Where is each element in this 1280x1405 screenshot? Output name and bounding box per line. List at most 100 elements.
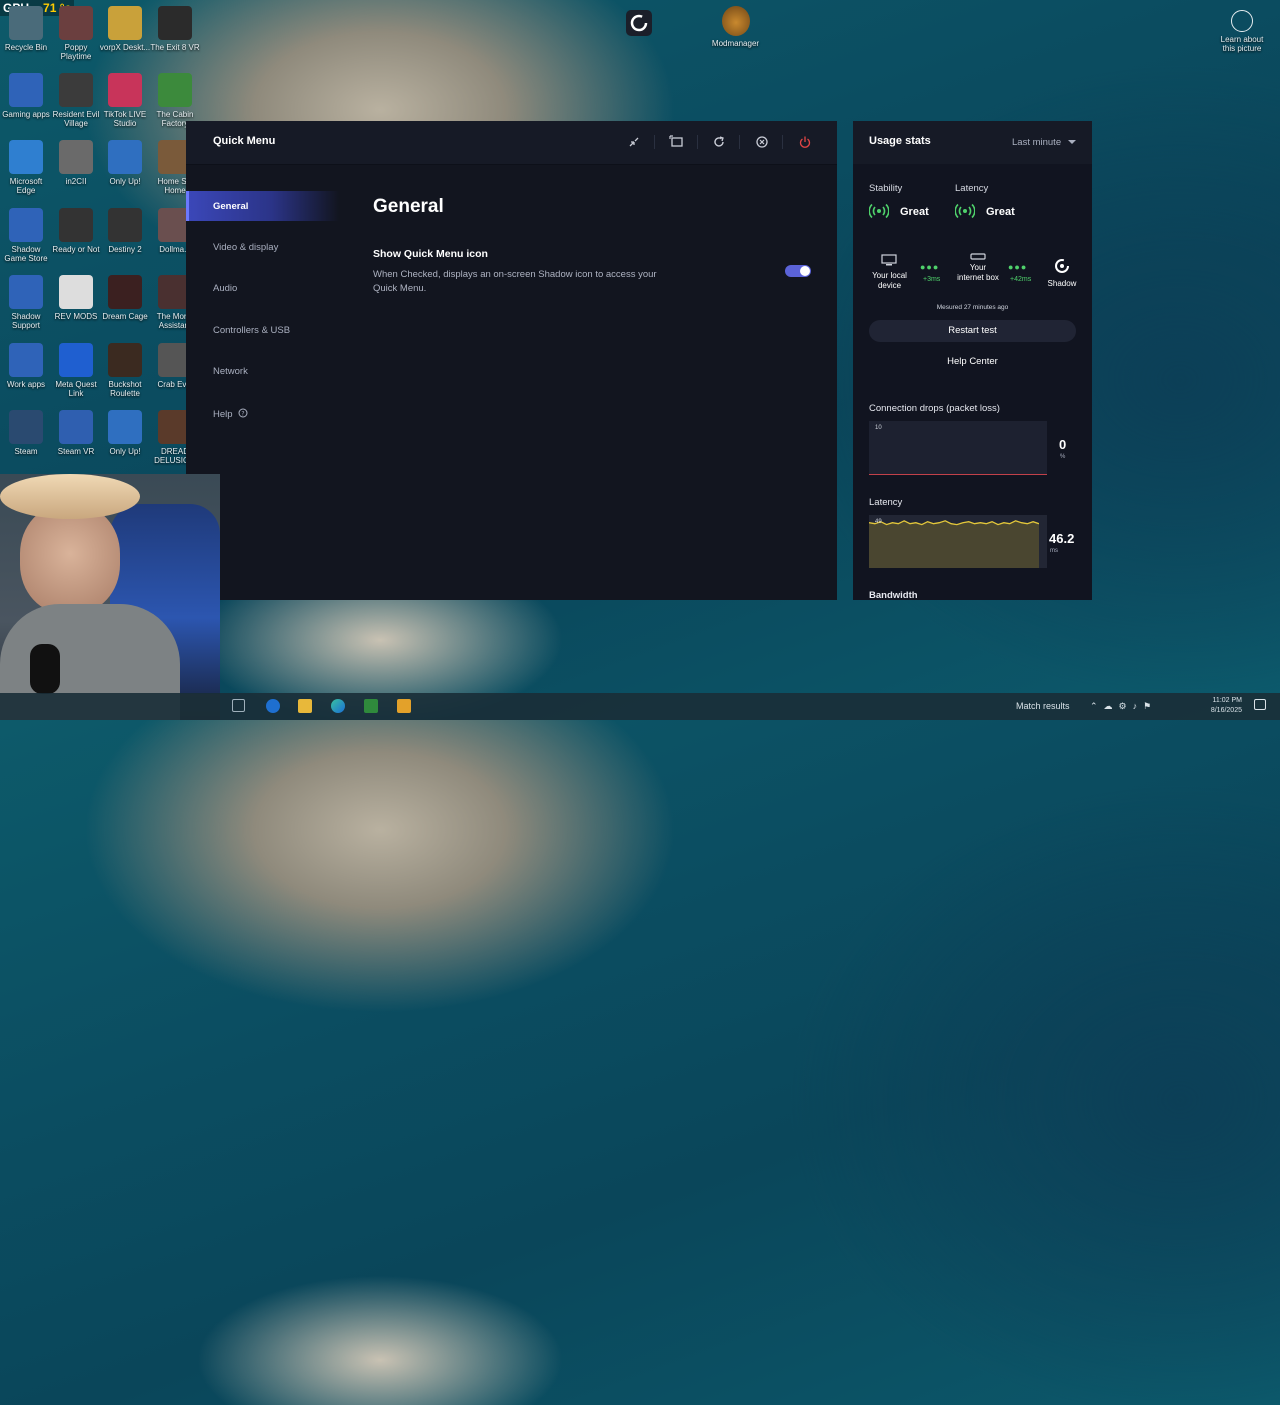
desktop-icon-label: Recycle Bin xyxy=(4,43,48,52)
desktop-icon-label: Modmanager xyxy=(711,39,760,48)
node-shadow: Shadow xyxy=(1047,279,1077,288)
nav-item-controllers-usb[interactable]: Controllers & USB xyxy=(186,315,336,345)
nav-label: Audio xyxy=(213,283,238,294)
nav-item-video-display[interactable]: Video & display xyxy=(186,232,336,262)
xbox-icon[interactable] xyxy=(364,699,378,713)
desktop-icon[interactable]: The Exit 8 VR xyxy=(149,6,201,52)
latency-value: Great xyxy=(986,206,1015,218)
nav-item-network[interactable]: Network xyxy=(186,356,336,386)
app-icon xyxy=(59,73,93,107)
search-results[interactable]: Match results xyxy=(1016,701,1070,711)
desktop-icon[interactable]: The Cabin Factory xyxy=(149,73,201,128)
app-icon xyxy=(108,140,142,174)
notification-icon[interactable] xyxy=(1254,699,1266,710)
desktop-icon[interactable]: Dream Cage xyxy=(99,275,151,321)
latency-area xyxy=(869,520,1039,568)
desktop-icon[interactable]: Destiny 2 xyxy=(99,208,151,254)
browser-icon[interactable] xyxy=(266,699,280,713)
desktop-icon-modmanager[interactable]: Modmanager xyxy=(708,6,763,48)
desktop-icon[interactable]: Poppy Playtime xyxy=(50,6,102,61)
app-icon xyxy=(59,275,93,309)
desktop-icon-label: TikTok LIVE Studio xyxy=(103,110,147,128)
nav-item-help[interactable]: Help ? xyxy=(186,398,336,428)
node-local-device: Your local device xyxy=(872,271,907,290)
packet-loss-chart: 10 xyxy=(869,421,1047,475)
folder-icon[interactable] xyxy=(298,699,312,713)
desktop-icon-label: Shadow Game Store xyxy=(4,245,48,263)
power-icon xyxy=(799,136,811,148)
desktop-icon-label: vorpX Deskt... xyxy=(99,43,151,52)
edge-icon[interactable] xyxy=(331,699,345,713)
desktop-icon[interactable]: Steam xyxy=(0,410,52,456)
fullscreen-button[interactable] xyxy=(668,133,686,151)
desktop-icon[interactable]: vorpX Deskt... xyxy=(99,6,151,52)
quick-menu-window: Quick Menu General Video & display Audio… xyxy=(186,121,837,600)
learn-about-picture[interactable]: Learn about this picture xyxy=(1216,10,1268,53)
restart-test-button[interactable]: Restart test xyxy=(869,320,1076,342)
desktop-icon[interactable]: REV MODS xyxy=(50,275,102,321)
desktop-icon[interactable]: Resident Evil Village xyxy=(50,73,102,128)
desktop-icon-label: Only Up! xyxy=(109,177,141,186)
nav-label: Video & display xyxy=(213,242,279,253)
desktop-icon[interactable]: Work apps xyxy=(0,343,52,389)
app-icon xyxy=(59,343,93,377)
power-button[interactable] xyxy=(796,133,814,151)
desktop-icon[interactable]: Shadow Support xyxy=(0,275,52,330)
divider xyxy=(697,135,698,149)
shadow-logo-icon xyxy=(630,14,648,32)
close-session-button[interactable] xyxy=(753,133,771,151)
app-icon xyxy=(9,73,43,107)
desktop-icon-label: Resident Evil Village xyxy=(52,110,100,128)
hat xyxy=(0,474,140,519)
desktop-icon[interactable]: Shadow Game Store xyxy=(0,208,52,263)
task-view-icon[interactable] xyxy=(232,699,245,712)
desktop-icon[interactable]: Only Up! xyxy=(99,140,151,186)
desktop-icon[interactable]: TikTok LIVE Studio xyxy=(99,73,151,128)
nav-item-audio[interactable]: Audio xyxy=(186,273,336,303)
desktop-icon[interactable]: Ready or Not xyxy=(50,208,102,254)
face xyxy=(20,504,120,614)
hop-latency-2: +42ms xyxy=(1010,276,1032,283)
desktop-icon-label: Ready or Not xyxy=(52,245,100,254)
app-icon xyxy=(59,140,93,174)
quick-menu-title: Quick Menu xyxy=(213,135,276,147)
desktop-icon-label: Buckshot Roulette xyxy=(108,380,142,398)
latency-label: Latency xyxy=(955,183,989,194)
app-icon[interactable] xyxy=(397,699,411,713)
packet-loss-value: 0 xyxy=(1059,437,1067,452)
desktop-icon[interactable]: Meta Quest Link xyxy=(50,343,102,398)
desktop-icon[interactable]: Only Up! xyxy=(99,410,151,456)
desktop-icon[interactable]: Microsoft Edge xyxy=(0,140,52,195)
tray-icons[interactable]: ⌃☁⚙♪⚑ xyxy=(1090,701,1157,712)
usage-header: Usage stats Last minute xyxy=(853,121,1092,164)
desktop-icon-label: Steam VR xyxy=(57,447,95,456)
router-icon xyxy=(970,253,986,260)
range-select[interactable]: Last minute xyxy=(1012,137,1076,148)
app-icon xyxy=(9,343,43,377)
desktop-icon[interactable]: in2CII xyxy=(50,140,102,186)
microphone xyxy=(30,644,60,694)
divider xyxy=(782,135,783,149)
search-icon xyxy=(997,1393,1009,1405)
page-title: General xyxy=(373,196,444,217)
collapse-button[interactable] xyxy=(625,133,643,151)
latency-big-value: 46.2 xyxy=(1049,531,1075,546)
desktop-icon[interactable]: Recycle Bin xyxy=(0,6,52,52)
desktop-icon[interactable]: Steam VR xyxy=(50,410,102,456)
webcam-overlay xyxy=(0,474,220,720)
show-quick-menu-icon-toggle[interactable] xyxy=(785,265,811,277)
clock[interactable]: 11:02 PM 8/16/2025 xyxy=(1206,696,1242,716)
desktop-icon[interactable]: Gaming apps xyxy=(0,73,52,119)
help-center-link[interactable]: Help Center xyxy=(869,351,1076,373)
refresh-button[interactable] xyxy=(710,133,728,151)
app-icon xyxy=(9,140,43,174)
packet-loss-label: Connection drops (packet loss) xyxy=(869,403,1000,414)
app-icon xyxy=(59,6,93,40)
shadow-app-icon[interactable] xyxy=(626,10,652,36)
desktop-icon-label: in2CII xyxy=(65,177,87,186)
app-icon xyxy=(158,73,192,107)
toggle-knob xyxy=(800,266,810,276)
desktop-icon[interactable]: Buckshot Roulette xyxy=(99,343,151,398)
nav-item-general[interactable]: General xyxy=(186,191,339,221)
signal-icon xyxy=(955,203,975,219)
